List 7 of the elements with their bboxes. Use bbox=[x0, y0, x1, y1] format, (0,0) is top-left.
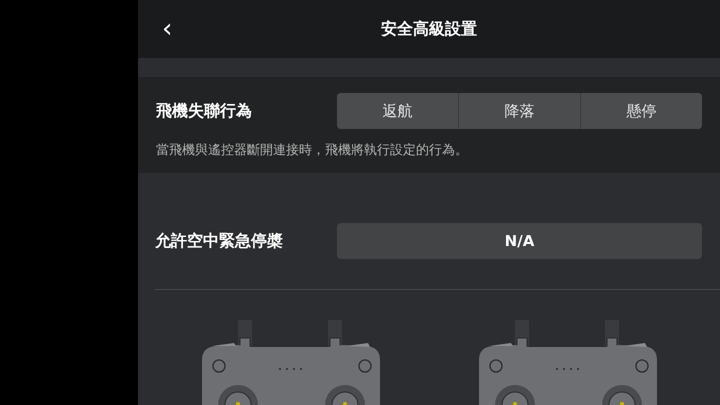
value-button[interactable]: N/A bbox=[337, 223, 702, 259]
option-tab[interactable]: 懸停 bbox=[580, 93, 702, 129]
back-button[interactable]: ‹ bbox=[154, 16, 180, 42]
setting-label: 允許空中緊急停槳 bbox=[155, 230, 283, 252]
setting-description: 當飛機與遙控器斷開連接時，飛機將執行設定的行為。 bbox=[156, 142, 469, 159]
setting-label: 飛機失聯行為 bbox=[156, 100, 252, 122]
page-title: 安全高級設置 bbox=[380, 18, 478, 40]
